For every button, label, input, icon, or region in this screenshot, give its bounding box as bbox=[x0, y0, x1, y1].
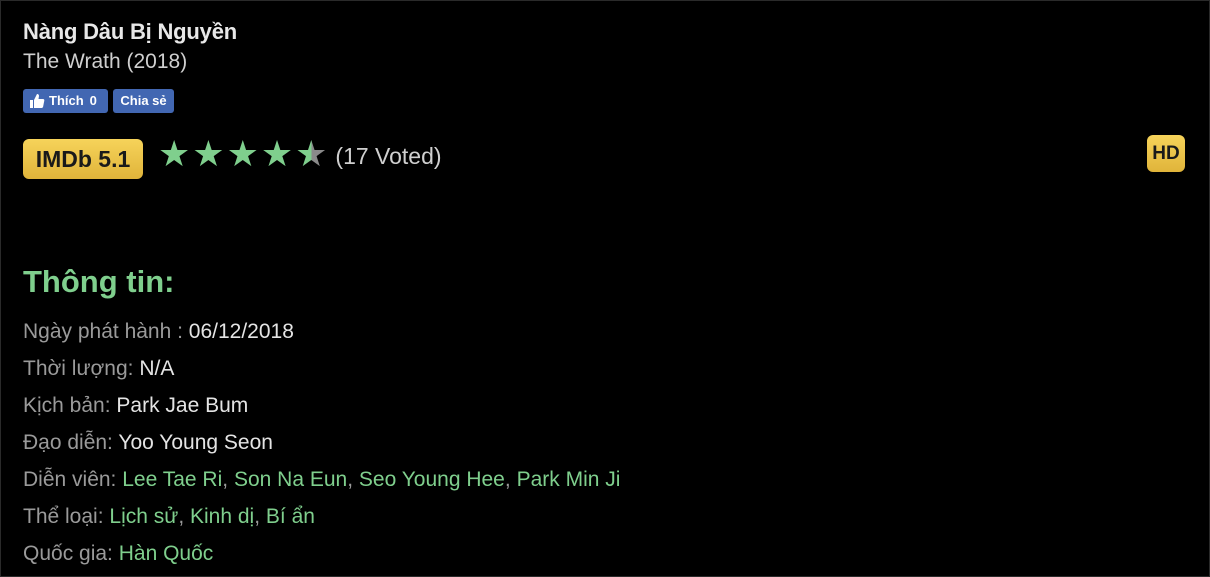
writer-label: Kịch bản: bbox=[23, 394, 111, 417]
star-icon[interactable]: ★ bbox=[261, 134, 293, 174]
vote-count: (17 Voted) bbox=[335, 142, 442, 169]
social-buttons: Thích 0 Chia sẻ bbox=[23, 89, 174, 113]
star-icon[interactable]: ★ bbox=[227, 134, 259, 174]
info-row-country: Quốc gia: Hàn Quốc bbox=[23, 539, 620, 576]
info-row-release: Ngày phát hành : 06/12/2018 bbox=[23, 317, 620, 354]
facebook-like-button[interactable]: Thích 0 bbox=[23, 89, 108, 113]
movie-info-panel: Nàng Dâu Bị Nguyền The Wrath (2018) Thíc… bbox=[0, 0, 1210, 577]
duration-label: Thời lượng: bbox=[23, 357, 134, 380]
genre-link[interactable]: Lịch sử bbox=[109, 505, 178, 528]
facebook-share-button[interactable]: Chia sẻ bbox=[113, 89, 174, 113]
info-row-director: Đạo diễn: Yoo Young Seon bbox=[23, 428, 620, 465]
cast-label: Diễn viên: bbox=[23, 468, 117, 491]
star-rating[interactable]: ★ ★ ★ ★ ★ (17 Voted) bbox=[158, 134, 442, 174]
quality-badge: HD bbox=[1147, 135, 1185, 172]
movie-title: Nàng Dâu Bị Nguyền bbox=[23, 19, 237, 44]
release-value: 06/12/2018 bbox=[188, 320, 294, 343]
star-icon[interactable]: ★ bbox=[192, 134, 224, 174]
info-heading: Thông tin: bbox=[23, 264, 175, 299]
like-label: Thích bbox=[49, 93, 84, 108]
star-icon[interactable]: ★ bbox=[158, 134, 190, 174]
info-row-genre: Thể loại: Lịch sử, Kinh dị, Bí ẩn bbox=[23, 505, 315, 528]
cast-link[interactable]: Son Na Eun bbox=[234, 468, 347, 491]
country-label: Quốc gia: bbox=[23, 542, 113, 565]
cast-link[interactable]: Park Min Ji bbox=[517, 468, 621, 491]
director-label: Đạo diễn: bbox=[23, 431, 113, 454]
movie-original-title: The Wrath (2018) bbox=[23, 50, 188, 73]
info-row-cast: Diễn viên: Lee Tae Ri, Son Na Eun, Seo Y… bbox=[23, 468, 621, 491]
director-value: Yoo Young Seon bbox=[118, 431, 273, 454]
info-list: Ngày phát hành : 06/12/2018 Thời lượng: … bbox=[23, 317, 620, 576]
thumbs-up-icon bbox=[30, 94, 45, 108]
like-count: 0 bbox=[89, 93, 97, 108]
cast-link[interactable]: Seo Young Hee bbox=[359, 468, 505, 491]
release-label: Ngày phát hành : bbox=[23, 320, 183, 343]
genre-link[interactable]: Bí ẩn bbox=[266, 505, 315, 528]
info-row-writer: Kịch bản: Park Jae Bum bbox=[23, 391, 620, 428]
genre-link[interactable]: Kinh dị bbox=[190, 505, 254, 528]
half-star-icon[interactable]: ★ bbox=[295, 134, 327, 174]
imdb-rating-badge: IMDb 5.1 bbox=[23, 139, 143, 179]
genre-label: Thể loại: bbox=[23, 505, 104, 528]
duration-value: N/A bbox=[139, 357, 175, 380]
country-link[interactable]: Hàn Quốc bbox=[119, 542, 214, 565]
writer-value: Park Jae Bum bbox=[116, 394, 249, 417]
cast-link[interactable]: Lee Tae Ri bbox=[122, 468, 222, 491]
info-row-duration: Thời lượng: N/A bbox=[23, 354, 620, 391]
